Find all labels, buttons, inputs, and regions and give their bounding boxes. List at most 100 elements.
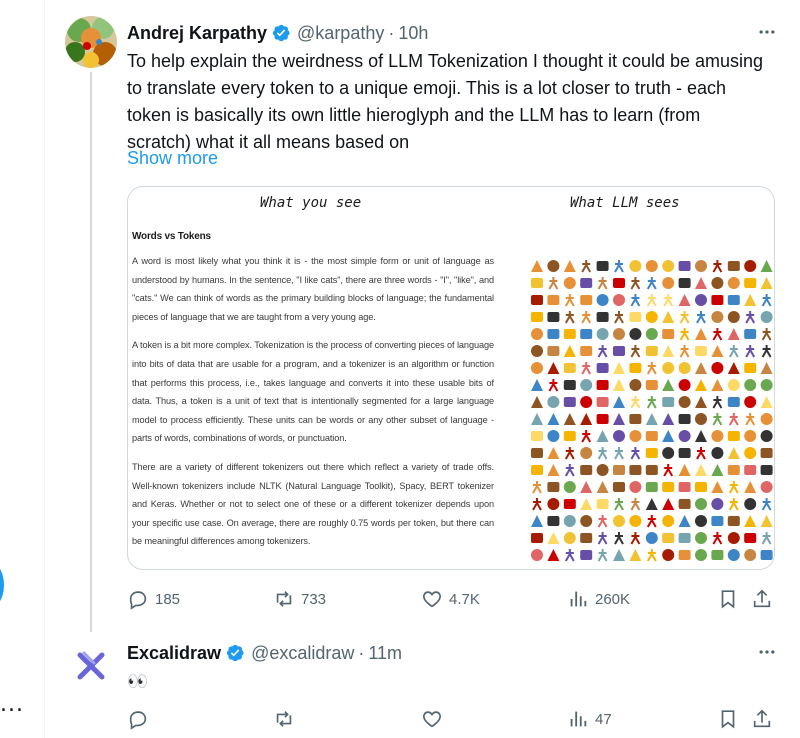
author-name[interactable]: Excalidraw <box>127 643 221 664</box>
share-button[interactable] <box>751 708 779 730</box>
emoji-token-glyph <box>711 516 724 526</box>
emoji-token-glyph <box>678 278 691 288</box>
author-name[interactable]: Andrej Karpathy <box>127 23 267 44</box>
emoji-token-glyph <box>712 396 723 409</box>
compose-button-partial[interactable] <box>0 560 4 610</box>
emoji-token-glyph <box>613 430 625 442</box>
avatar[interactable] <box>65 16 117 68</box>
more-options-icon[interactable] <box>757 22 777 42</box>
tweet-text: 👀 <box>127 672 149 692</box>
emoji-token-glyph <box>630 447 641 460</box>
emoji-token-glyph <box>563 397 576 407</box>
emoji-token-glyph <box>745 311 756 324</box>
share-icon <box>753 589 771 608</box>
show-more-link[interactable]: Show more <box>127 148 218 169</box>
emoji-token-glyph <box>679 345 690 358</box>
emoji-token-glyph <box>531 328 543 340</box>
article-paragraph: There are a variety of different tokeniz… <box>132 461 494 547</box>
reply-button[interactable] <box>127 708 155 730</box>
timestamp[interactable]: 10h <box>398 23 428 44</box>
excalidraw-avatar[interactable] <box>65 640 117 692</box>
emoji-token-glyph <box>744 533 757 543</box>
emoji-token-glyph <box>564 447 575 460</box>
emoji-token-glyph <box>711 464 724 476</box>
emoji-token-glyph <box>645 532 658 544</box>
emoji-token-glyph <box>596 481 609 493</box>
emoji-token-glyph <box>563 380 576 390</box>
emoji-token-glyph <box>662 515 675 527</box>
article-excerpt: Words vs Tokens A word is most likely wh… <box>132 231 494 561</box>
emoji-token-glyph <box>727 362 740 374</box>
emoji-token-glyph <box>695 482 707 492</box>
bookmark-button[interactable] <box>717 708 745 730</box>
emoji-token-glyph <box>645 260 658 272</box>
emoji-token-glyph <box>760 396 773 408</box>
emoji-token-glyph <box>613 549 625 561</box>
emoji-token-glyph <box>629 379 642 391</box>
emoji-token-glyph <box>662 329 675 339</box>
emoji-token-glyph <box>547 430 560 442</box>
emoji-token-glyph <box>629 414 642 424</box>
emoji-token-glyph <box>531 362 543 374</box>
author-handle[interactable]: @excalidraw <box>251 643 354 664</box>
emoji-token-glyph <box>614 447 624 460</box>
emoji-token-glyph <box>547 532 560 544</box>
bookmark-button[interactable] <box>717 588 745 610</box>
repost-button[interactable] <box>273 708 301 730</box>
emoji-token-glyph <box>613 413 625 425</box>
emoji-token-glyph <box>563 532 576 544</box>
emoji-token-glyph <box>564 464 575 477</box>
article-heading: Words vs Tokens <box>132 231 211 242</box>
like-button[interactable] <box>421 708 449 730</box>
emoji-token-glyph <box>662 549 675 561</box>
emoji-token-glyph <box>547 516 560 526</box>
emoji-token-glyph <box>760 362 773 374</box>
timestamp[interactable]: 11m <box>368 643 402 664</box>
more-options-icon[interactable] <box>757 642 777 662</box>
emoji-token-glyph <box>744 278 757 288</box>
emoji-token-glyph <box>728 481 739 494</box>
share-button[interactable] <box>751 588 779 610</box>
emoji-token-glyph <box>760 413 773 425</box>
emoji-token-glyph <box>531 448 543 458</box>
tweet-text: To help explain the weirdness of LLM Tok… <box>127 51 764 152</box>
emoji-token-glyph <box>760 430 773 442</box>
emoji-token-glyph <box>580 465 593 475</box>
emoji-token-glyph <box>580 481 593 493</box>
views-count: 47 <box>595 710 612 728</box>
emoji-token-glyph <box>744 329 757 339</box>
like-button[interactable]: 4.7K <box>421 588 480 610</box>
account-more-icon[interactable]: ... <box>0 694 24 716</box>
emoji-token-glyph <box>727 311 740 323</box>
emoji-token-glyph <box>630 532 641 545</box>
emoji-token-glyph <box>727 516 740 526</box>
emoji-token-glyph <box>662 345 675 357</box>
emoji-token-glyph <box>760 515 773 527</box>
views-button[interactable]: 47 <box>567 708 612 730</box>
emoji-token-glyph <box>662 482 675 492</box>
author-handle[interactable]: @karpathy <box>297 23 384 44</box>
emoji-token-glyph <box>744 447 757 459</box>
emoji-token-glyph <box>760 465 773 475</box>
views-button[interactable]: 260K <box>567 588 630 610</box>
excalidraw-logo-icon <box>77 651 105 680</box>
emoji-token-glyph <box>695 346 707 356</box>
emoji-token-glyph <box>744 515 757 527</box>
repost-button[interactable]: 733 <box>273 588 326 610</box>
article-paragraph: A token is a bit more complex. Tokenizat… <box>132 340 494 444</box>
emoji-token-glyph <box>761 345 772 358</box>
emoji-token-glyph <box>744 363 757 373</box>
tweet-actions: 185 733 4.7K 260K <box>127 588 771 610</box>
emoji-token-glyph <box>728 345 739 358</box>
emoji-token-glyph <box>728 413 739 426</box>
emoji-token-glyph <box>760 277 773 289</box>
emoji-token-glyph <box>711 379 724 391</box>
tweet-media-image[interactable]: What you see What LLM sees Words vs Toke… <box>127 186 775 570</box>
emoji-token-glyph <box>712 532 723 545</box>
emoji-token-glyph <box>662 397 675 407</box>
emoji-token-glyph <box>613 328 625 340</box>
emoji-token-glyph <box>678 515 691 527</box>
reply-button[interactable]: 185 <box>127 588 180 610</box>
emoji-token-glyph <box>728 498 739 511</box>
emoji-token-glyph <box>646 549 657 562</box>
